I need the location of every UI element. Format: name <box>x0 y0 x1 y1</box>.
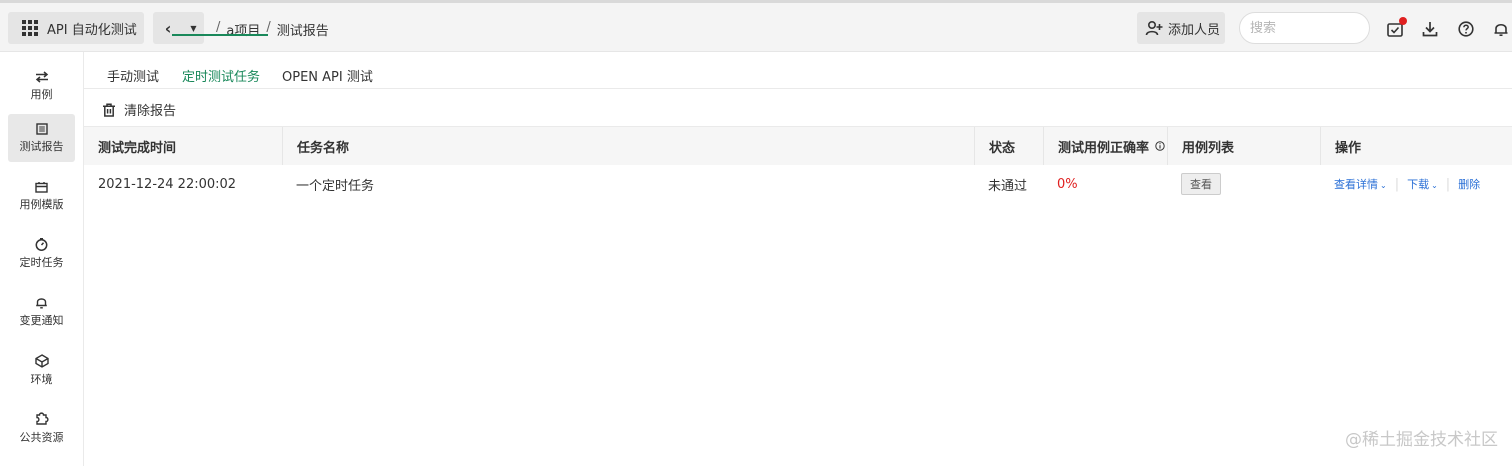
trash-icon <box>103 102 115 117</box>
back-nav-button[interactable]: ‹ ▼ <box>153 12 204 44</box>
tab-scheduled-test[interactable]: 定时测试任务 <box>182 66 260 85</box>
search-input[interactable] <box>1239 12 1370 44</box>
breadcrumb: / a项目 / 测试报告 <box>216 20 329 39</box>
tab-open-api-test[interactable]: OPEN API 测试 <box>282 66 373 85</box>
sidebar-item-label: 用例 <box>30 87 53 101</box>
view-details-label: 查看详情 <box>1334 178 1378 191</box>
notification-dot <box>1399 17 1407 25</box>
column-header-cases: 用例列表 <box>1167 127 1320 165</box>
sidebar-item-report[interactable]: 测试报告 <box>8 114 75 162</box>
table-header: 测试完成时间 任务名称 状态 测试用例正确率 用例列表 操作 <box>84 127 1512 165</box>
tasks-icon[interactable] <box>1386 17 1407 38</box>
download-label: 下载 <box>1407 178 1430 191</box>
sidebar-item-label: 公共资源 <box>19 431 64 444</box>
column-header-time: 测试完成时间 <box>98 140 177 156</box>
download-icon[interactable] <box>1421 20 1439 38</box>
view-details-link[interactable]: 查看详情 ⌄ <box>1334 176 1387 192</box>
sidebar-item-label: 环境 <box>30 372 53 386</box>
sidebar-item-timer[interactable]: 定时任务 <box>8 230 75 278</box>
cell-status: 未通过 <box>988 178 1028 194</box>
column-header-actions: 操作 <box>1320 127 1512 165</box>
clear-report-label: 清除报告 <box>124 104 177 119</box>
chevron-down-icon: ⌄ <box>1380 181 1387 190</box>
rate-header-label: 测试用例正确率 <box>1058 140 1150 156</box>
tab-manual-test[interactable]: 手动测试 <box>107 66 159 85</box>
sidebar: 用例 测试报告 用例模版 定时任务 变更通知 环境 公共资源 <box>0 52 84 466</box>
add-member-button[interactable]: 添加人员 <box>1137 12 1225 44</box>
top-bar: API 自动化测试 ‹ ▼ / a项目 / 测试报告 添加人员 <box>0 0 1512 52</box>
column-header-status: 状态 <box>974 127 1043 165</box>
table-row: 2021-12-24 22:00:02 一个定时任务 未通过 0% 查看 查看详… <box>84 165 1512 203</box>
add-user-icon <box>1145 20 1163 36</box>
bell-icon <box>36 298 47 309</box>
delete-link[interactable]: 删除 <box>1458 176 1480 192</box>
add-member-label: 添加人员 <box>1168 22 1221 38</box>
cell-task-name: 一个定时任务 <box>296 178 375 194</box>
breadcrumb-page[interactable]: 测试报告 <box>277 20 329 39</box>
column-header-rate: 测试用例正确率 <box>1043 127 1167 165</box>
breadcrumb-project[interactable]: a项目 <box>226 20 260 39</box>
info-icon[interactable] <box>1155 141 1165 151</box>
sidebar-item-notify[interactable]: 变更通知 <box>8 288 75 336</box>
cell-case-list: 查看 <box>1167 165 1320 203</box>
environment-icon <box>34 353 49 368</box>
app-switcher-button[interactable]: API 自动化测试 <box>8 12 144 44</box>
caret-down-icon[interactable]: ▼ <box>183 24 204 33</box>
puzzle-icon <box>36 412 49 425</box>
bell-icon[interactable] <box>1492 20 1510 38</box>
sidebar-item-label: 定时任务 <box>19 256 64 269</box>
template-icon <box>35 181 48 193</box>
sidebar-item-resources[interactable]: 公共资源 <box>8 404 75 452</box>
active-tab-indicator <box>172 34 268 36</box>
download-link[interactable]: 下载 ⌄ <box>1407 176 1438 192</box>
watermark: @稀土掘金技术社区 <box>1345 430 1498 450</box>
tab-bar: 手动测试 定时测试任务 OPEN API 测试 <box>84 52 1512 89</box>
sidebar-item-label: 用例模版 <box>19 197 64 211</box>
column-header-name: 任务名称 <box>282 127 974 165</box>
sidebar-item-label: 测试报告 <box>19 139 64 153</box>
cell-time: 2021-12-24 22:00:02 <box>98 176 237 192</box>
sidebar-item-cases[interactable]: 用例 <box>8 62 75 110</box>
sidebar-item-label: 变更通知 <box>19 314 64 327</box>
sidebar-item-environment[interactable]: 环境 <box>8 346 75 394</box>
help-icon[interactable] <box>1457 20 1475 38</box>
apps-grid-icon <box>22 20 38 36</box>
cell-pass-rate: 0% <box>1057 176 1078 192</box>
view-cases-button[interactable]: 查看 <box>1181 173 1221 195</box>
sidebar-item-template[interactable]: 用例模版 <box>8 172 75 220</box>
clear-report-button[interactable]: 清除报告 <box>102 100 176 119</box>
chevron-down-icon: ⌄ <box>1431 181 1438 190</box>
app-title: API 自动化测试 <box>47 22 137 38</box>
timer-icon <box>35 238 48 251</box>
case-icon <box>35 70 48 83</box>
report-icon <box>35 122 48 135</box>
toolbar: 清除报告 <box>84 89 1512 127</box>
cell-actions: 查看详情 ⌄ | 下载 ⌄ | 删除 <box>1334 176 1481 192</box>
